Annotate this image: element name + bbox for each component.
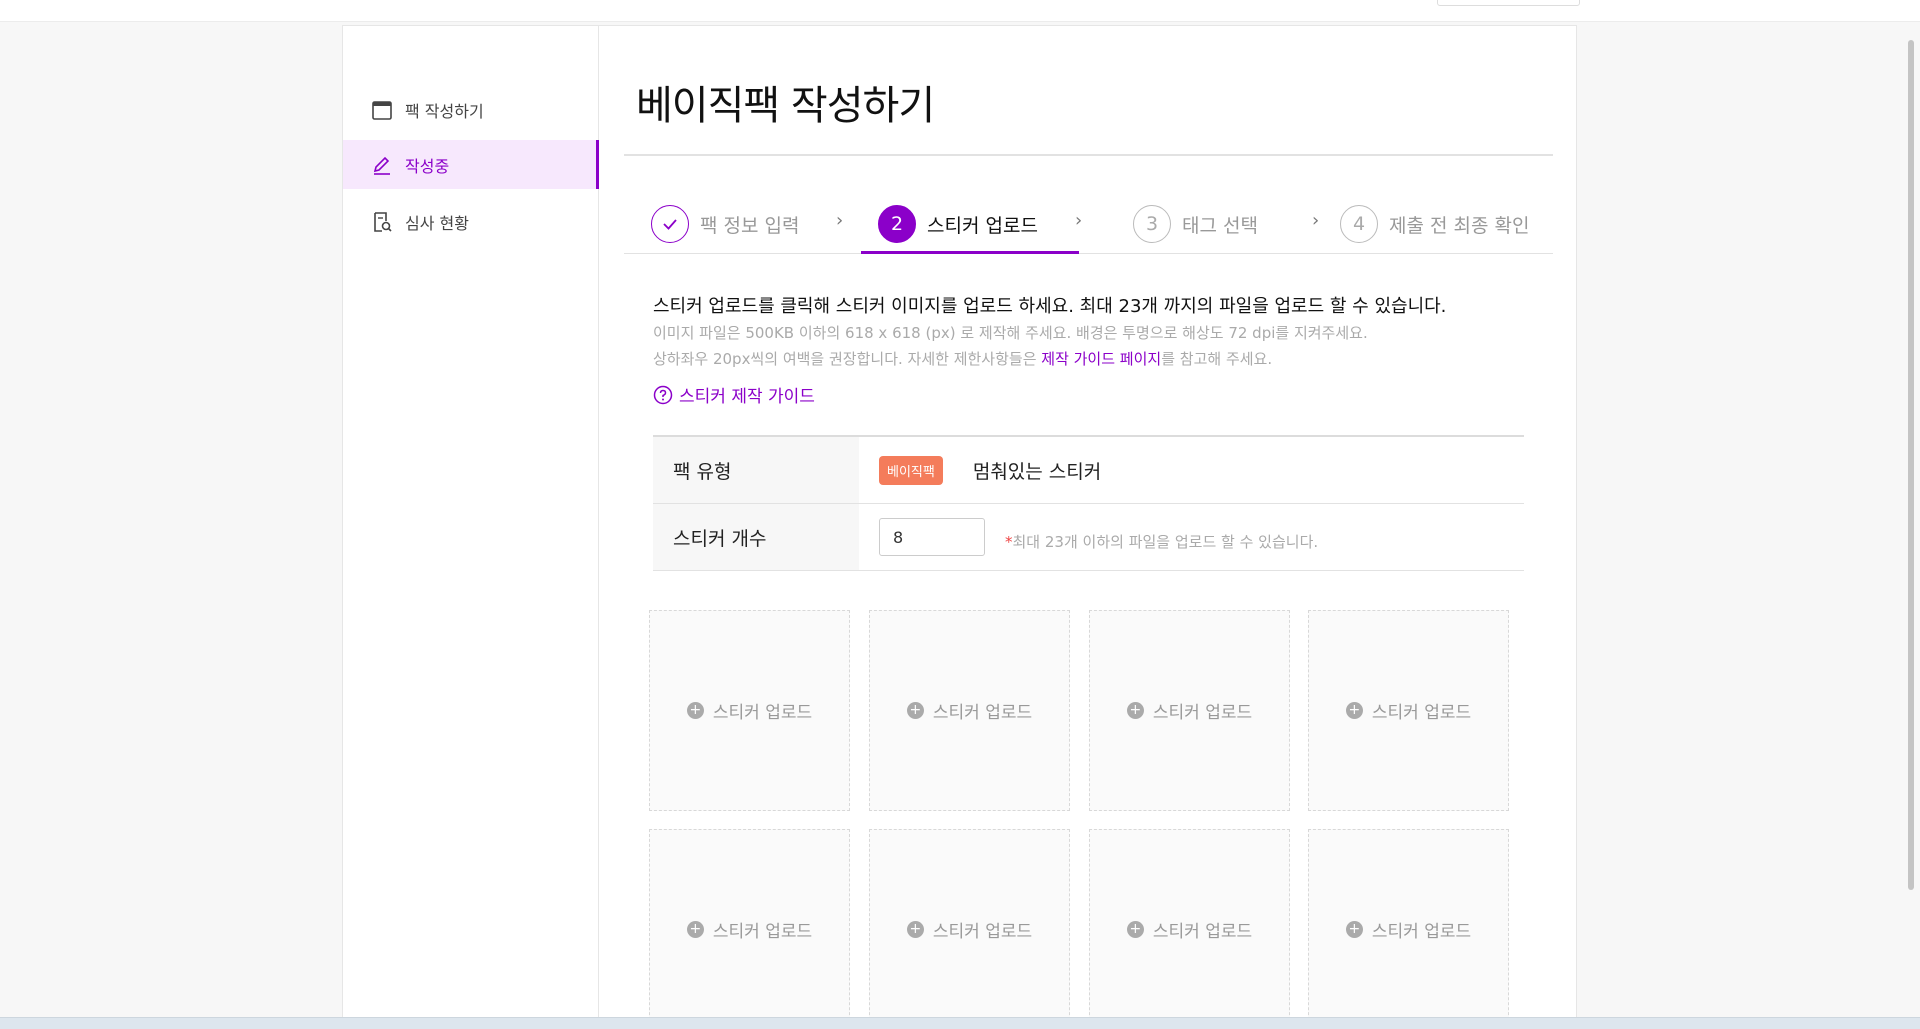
sidebar: 팩 작성하기 작성중 심사 현황 <box>343 26 599 1025</box>
sticker-upload-slot[interactable]: + 스티커 업로드 <box>869 829 1070 1029</box>
upload-label: 스티커 업로드 <box>932 922 1033 942</box>
plus-circle-icon: + <box>1126 921 1144 938</box>
sticker-upload-slot[interactable]: + 스티커 업로드 <box>649 829 850 1029</box>
sticker-count-input[interactable] <box>879 518 985 556</box>
upload-label: 스티커 업로드 <box>1152 703 1253 723</box>
sticker-upload-slot[interactable]: + 스티커 업로드 <box>1089 829 1290 1029</box>
guide-link-label: 스티커 제작 가이드 <box>679 387 815 407</box>
sticker-upload-slot[interactable]: + 스티커 업로드 <box>1308 610 1509 811</box>
plus-circle-icon: + <box>906 702 924 719</box>
review-document-icon <box>371 211 393 233</box>
step-pack-info[interactable]: 팩 정보 입력 <box>651 202 799 246</box>
top-navigation-bar <box>0 0 1920 22</box>
pencil-icon <box>371 154 393 176</box>
count-note-text: 최대 23개 이하의 파일을 업로드 할 수 있습니다. <box>1012 532 1319 551</box>
sticker-upload-slot[interactable]: + 스티커 업로드 <box>1308 829 1509 1029</box>
page-title: 베이직팩 작성하기 <box>636 83 935 129</box>
step-tag-select[interactable]: 3 태그 선택 <box>1133 202 1258 246</box>
guide-page-link[interactable]: 제작 가이드 페이지 <box>1041 350 1161 368</box>
plus-circle-icon: + <box>1126 702 1144 719</box>
sticker-upload-slot[interactable]: + 스티커 업로드 <box>649 610 850 811</box>
upload-instruction: 스티커 업로드를 클릭해 스티커 이미지를 업로드 하세요. 최대 23개 까지… <box>653 296 1447 317</box>
pack-type-label: 팩 유형 <box>653 437 859 503</box>
sidebar-item-in-progress[interactable]: 작성중 <box>343 140 599 189</box>
plus-circle-icon: + <box>1345 702 1363 719</box>
chevron-right-icon: › <box>1075 210 1083 231</box>
upload-label: 스티커 업로드 <box>932 703 1033 723</box>
upload-label: 스티커 업로드 <box>1152 922 1253 942</box>
step-number: 4 <box>1340 205 1378 243</box>
top-bar-button[interactable] <box>1437 0 1580 6</box>
step-number: 2 <box>878 205 916 243</box>
sidebar-item-label: 심사 현황 <box>405 213 469 233</box>
calendar-icon <box>371 99 393 121</box>
check-icon <box>651 205 689 243</box>
step-final-check[interactable]: 4 제출 전 최종 확인 <box>1340 202 1529 246</box>
sidebar-item-create-pack[interactable]: 팩 작성하기 <box>343 85 599 134</box>
pack-info-table: 팩 유형 베이직팩 멈춰있는 스티커 스티커 개수 *최대 23개 이하의 파일… <box>653 435 1524 571</box>
pack-type-value: 베이직팩 멈춰있는 스티커 <box>859 437 1524 503</box>
sticker-guide-link[interactable]: 스티커 제작 가이드 <box>653 382 815 407</box>
sticker-upload-slot[interactable]: + 스티커 업로드 <box>869 610 1070 811</box>
step-label: 제출 전 최종 확인 <box>1389 214 1530 237</box>
pack-type-text: 멈춰있는 스티커 <box>972 460 1102 483</box>
sticker-upload-slot[interactable]: + 스티커 업로드 <box>1089 610 1290 811</box>
upload-label: 스티커 업로드 <box>1371 703 1472 723</box>
margin-text-suffix: 를 참고해 주세요. <box>1161 350 1273 368</box>
step-label: 스티커 업로드 <box>927 214 1038 237</box>
plus-circle-icon: + <box>1345 921 1363 938</box>
file-requirements: 이미지 파일은 500KB 이하의 618 x 618 (px) 로 제작해 주… <box>653 324 1368 342</box>
count-note: *최대 23개 이하의 파일을 업로드 할 수 있습니다. <box>1005 531 1318 552</box>
table-row: 팩 유형 베이직팩 멈춰있는 스티커 <box>653 437 1524 504</box>
help-circle-icon <box>653 385 673 405</box>
sidebar-item-label: 작성중 <box>405 156 450 176</box>
step-label: 태그 선택 <box>1182 214 1258 237</box>
margin-recommendation: 상하좌우 20px씩의 여백을 권장합니다. 자세한 제한사항들은 제작 가이드… <box>653 348 1272 369</box>
page-scrollbar[interactable] <box>1908 40 1914 890</box>
content-container: 팩 작성하기 작성중 심사 현황 베이직팩 작성하기 팩 정보 입력 › 2 스… <box>342 25 1577 1029</box>
active-step-indicator <box>861 251 1079 254</box>
pack-type-badge: 베이직팩 <box>879 455 943 485</box>
bottom-bar <box>0 1017 1920 1029</box>
upload-label: 스티커 업로드 <box>712 703 813 723</box>
sidebar-item-review-status[interactable]: 심사 현황 <box>343 197 599 246</box>
margin-text: 상하좌우 20px씩의 여백을 권장합니다. 자세한 제한사항들은 <box>653 350 1042 368</box>
step-number: 3 <box>1133 205 1171 243</box>
upload-label: 스티커 업로드 <box>1371 922 1472 942</box>
upload-label: 스티커 업로드 <box>712 922 813 942</box>
step-sticker-upload[interactable]: 2 스티커 업로드 <box>878 202 1038 246</box>
step-label: 팩 정보 입력 <box>700 214 800 237</box>
sticker-count-value: *최대 23개 이하의 파일을 업로드 할 수 있습니다. <box>859 504 1524 570</box>
required-star: * <box>1005 532 1013 551</box>
sidebar-item-label: 팩 작성하기 <box>405 101 484 121</box>
plus-circle-icon: + <box>906 921 924 938</box>
step-progress: 팩 정보 입력 › 2 스티커 업로드 › 3 태그 선택 › 4 제출 전 최… <box>624 156 1553 254</box>
main-content: 베이직팩 작성하기 팩 정보 입력 › 2 스티커 업로드 › 3 태그 선택 … <box>600 26 1576 1029</box>
sticker-count-label: 스티커 개수 <box>653 504 859 570</box>
plus-circle-icon: + <box>686 921 704 938</box>
chevron-right-icon: › <box>1312 210 1320 231</box>
table-row: 스티커 개수 *최대 23개 이하의 파일을 업로드 할 수 있습니다. <box>653 504 1524 571</box>
chevron-right-icon: › <box>836 210 844 231</box>
plus-circle-icon: + <box>686 702 704 719</box>
